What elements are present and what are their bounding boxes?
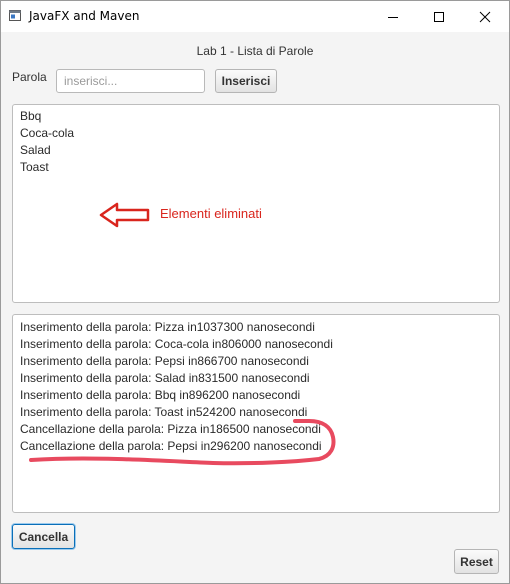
annotation-text: Elementi eliminati: [160, 206, 262, 221]
words-list[interactable]: Bbq Coca-cola Salad Toast Elementi elimi…: [12, 104, 500, 303]
arrow-left-icon: [99, 202, 150, 228]
cancella-button[interactable]: Cancella: [12, 524, 75, 549]
log-entry[interactable]: Cancellazione della parola: Pizza in1865…: [20, 421, 321, 438]
list-item[interactable]: Coca-cola: [20, 125, 74, 142]
log-entry[interactable]: Inserimento della parola: Salad in831500…: [20, 370, 310, 387]
maximize-icon: [434, 12, 444, 22]
log-list[interactable]: Inserimento della parola: Pizza in103730…: [12, 314, 500, 513]
log-entry[interactable]: Inserimento della parola: Pepsi in866700…: [20, 353, 309, 370]
log-entry[interactable]: Cancellazione della parola: Pepsi in2962…: [20, 438, 322, 455]
annotation-arrow: [99, 202, 150, 228]
minimize-button[interactable]: [370, 1, 416, 32]
minimize-icon: [388, 17, 398, 18]
log-entry[interactable]: Inserimento della parola: Bbq in896200 n…: [20, 387, 300, 404]
app-window: JavaFX and Maven Lab 1 - Lista di Parole…: [0, 0, 510, 584]
list-item[interactable]: Toast: [20, 159, 49, 176]
main-content: Lab 1 - Lista di Parole Parola Inserisci…: [1, 32, 509, 583]
list-item[interactable]: Bbq: [20, 108, 41, 125]
log-entry[interactable]: Inserimento della parola: Pizza in103730…: [20, 319, 315, 336]
window-title: JavaFX and Maven: [29, 9, 140, 23]
maximize-button[interactable]: [416, 1, 462, 32]
window-app-icon: [9, 10, 21, 21]
reset-button[interactable]: Reset: [454, 549, 499, 574]
list-item[interactable]: Salad: [20, 142, 51, 159]
parola-label: Parola: [12, 70, 47, 84]
page-title: Lab 1 - Lista di Parole: [196, 44, 314, 58]
close-button[interactable]: [462, 1, 508, 32]
title-bar[interactable]: JavaFX and Maven: [1, 1, 509, 32]
log-entry[interactable]: Inserimento della parola: Coca-cola in80…: [20, 336, 333, 353]
log-entry[interactable]: Inserimento della parola: Toast in524200…: [20, 404, 307, 421]
insert-button[interactable]: Inserisci: [215, 69, 277, 93]
word-input[interactable]: [56, 69, 205, 93]
close-icon: [479, 11, 491, 23]
